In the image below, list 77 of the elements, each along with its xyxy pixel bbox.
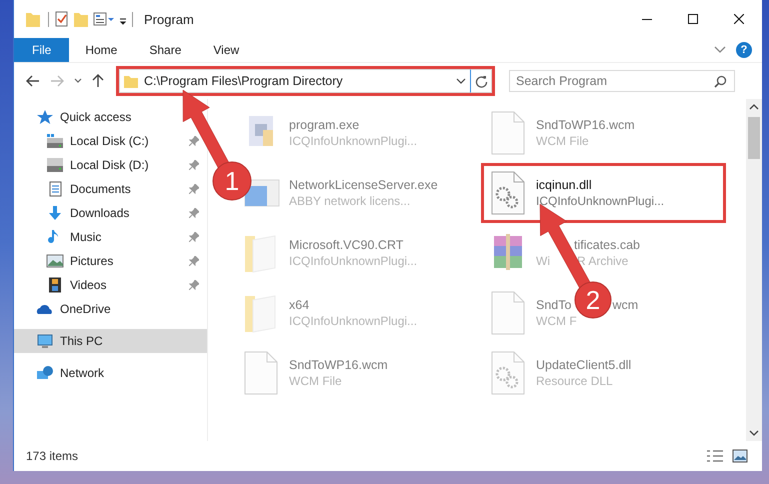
search-field[interactable]: Search Program xyxy=(509,70,735,92)
pin-icon[interactable] xyxy=(189,136,199,146)
file-name: program.exe xyxy=(289,118,360,132)
chevron-down-icon[interactable] xyxy=(456,78,466,84)
window-title: Program xyxy=(144,12,194,26)
sidebar-item[interactable]: Downloads xyxy=(14,201,207,225)
ribbon-tab[interactable]: File xyxy=(14,38,70,62)
file-name: x64 xyxy=(289,298,310,312)
quick-access-toolbar-drawing[interactable] xyxy=(24,10,136,28)
search-icon[interactable] xyxy=(714,75,727,88)
scrollbar-thumb[interactable] xyxy=(748,117,760,159)
sidebar-item[interactable]: Videos xyxy=(14,273,207,297)
file-type: WCM File xyxy=(536,134,589,148)
file-type: ABBY network licens... xyxy=(289,194,410,208)
sidebar-item[interactable]: Documents xyxy=(14,177,207,201)
file-type: ICQInfoUnknownPlugi... xyxy=(289,254,418,268)
file-type: Wi xyxy=(536,254,550,268)
forward-arrow-icon[interactable] xyxy=(50,75,64,87)
pin-icon[interactable] xyxy=(189,232,199,242)
help-button[interactable]: ? xyxy=(736,42,752,58)
ribbon-tab[interactable]: Share xyxy=(133,38,198,62)
sidebar-item[interactable]: Quick access xyxy=(14,105,140,129)
pin-icon[interactable] xyxy=(189,160,199,170)
file-name: icqinun.dll xyxy=(536,178,592,192)
details-view-icon[interactable] xyxy=(706,449,724,463)
scrollbar[interactable] xyxy=(746,99,762,441)
file-type: Resource DLL xyxy=(536,374,613,388)
file-name: tificates.cab xyxy=(574,238,640,252)
close-icon xyxy=(734,14,744,24)
sidebar-icon xyxy=(36,333,54,349)
sidebar-icon xyxy=(36,109,54,125)
file-name: SndTo xyxy=(536,298,572,312)
pin-icon[interactable] xyxy=(189,256,199,266)
step-number: 2 xyxy=(574,282,612,318)
file-type: WCM F xyxy=(536,314,577,328)
sidebar-item[interactable]: OneDrive xyxy=(14,297,119,321)
file-name: SndToWP16.wcm xyxy=(536,118,635,132)
pin-icon[interactable] xyxy=(189,280,199,290)
sidebar-item[interactable]: Music xyxy=(14,225,207,249)
sidebar-icon xyxy=(46,253,64,269)
file-name: UpdateClient5.dll xyxy=(536,358,632,372)
item-count: 173 items xyxy=(26,449,78,463)
sidebar-icon xyxy=(46,157,64,173)
file-name: NetworkLicenseServer.exe xyxy=(289,178,438,192)
sidebar-item[interactable]: Network xyxy=(14,361,112,385)
file-name: wcm xyxy=(612,298,638,312)
sidebar-item[interactable]: Local Disk (C:) xyxy=(14,129,207,153)
minimize-icon xyxy=(642,18,652,20)
maximize-icon xyxy=(688,14,698,24)
file-name: SndToWP16.wcm xyxy=(289,358,388,372)
sidebar-icon xyxy=(46,205,64,221)
file-type: ICQInfoUnknownPlugi... xyxy=(289,314,418,328)
back-arrow-icon[interactable] xyxy=(26,75,40,87)
sidebar-icon xyxy=(46,133,64,149)
refresh-icon xyxy=(474,74,488,88)
sidebar-item[interactable]: Local Disk (D:) xyxy=(14,153,207,177)
ribbon-tab[interactable]: Home xyxy=(69,38,134,62)
pin-icon[interactable] xyxy=(189,184,199,194)
pin-icon[interactable] xyxy=(189,208,199,218)
sidebar-item[interactable]: This PC xyxy=(14,329,207,353)
sidebar-icon xyxy=(36,365,54,381)
ribbon-tab[interactable]: View xyxy=(197,38,256,62)
file-name: Microsoft.VC90.CRT xyxy=(289,238,404,252)
step-number: 1 xyxy=(212,162,252,200)
refresh-button[interactable] xyxy=(470,69,492,93)
up-arrow-icon[interactable] xyxy=(92,74,104,88)
folder-icon xyxy=(124,74,138,88)
sidebar-item[interactable]: Pictures xyxy=(14,249,207,273)
file-type: ICQInfoUnknownPlugi... xyxy=(536,194,664,208)
address-bar[interactable]: C:\Program Files\Program Directory xyxy=(119,69,470,93)
file-type: ICQInfoUnknownPlugi... xyxy=(289,134,418,148)
large-icons-view-icon[interactable] xyxy=(732,449,748,463)
chevron-up-icon[interactable] xyxy=(749,103,759,111)
caret-icon[interactable] xyxy=(74,78,82,84)
file-type: WCM File xyxy=(289,374,342,388)
sidebar-icon xyxy=(46,277,64,293)
chevron-down-icon[interactable] xyxy=(749,429,759,437)
